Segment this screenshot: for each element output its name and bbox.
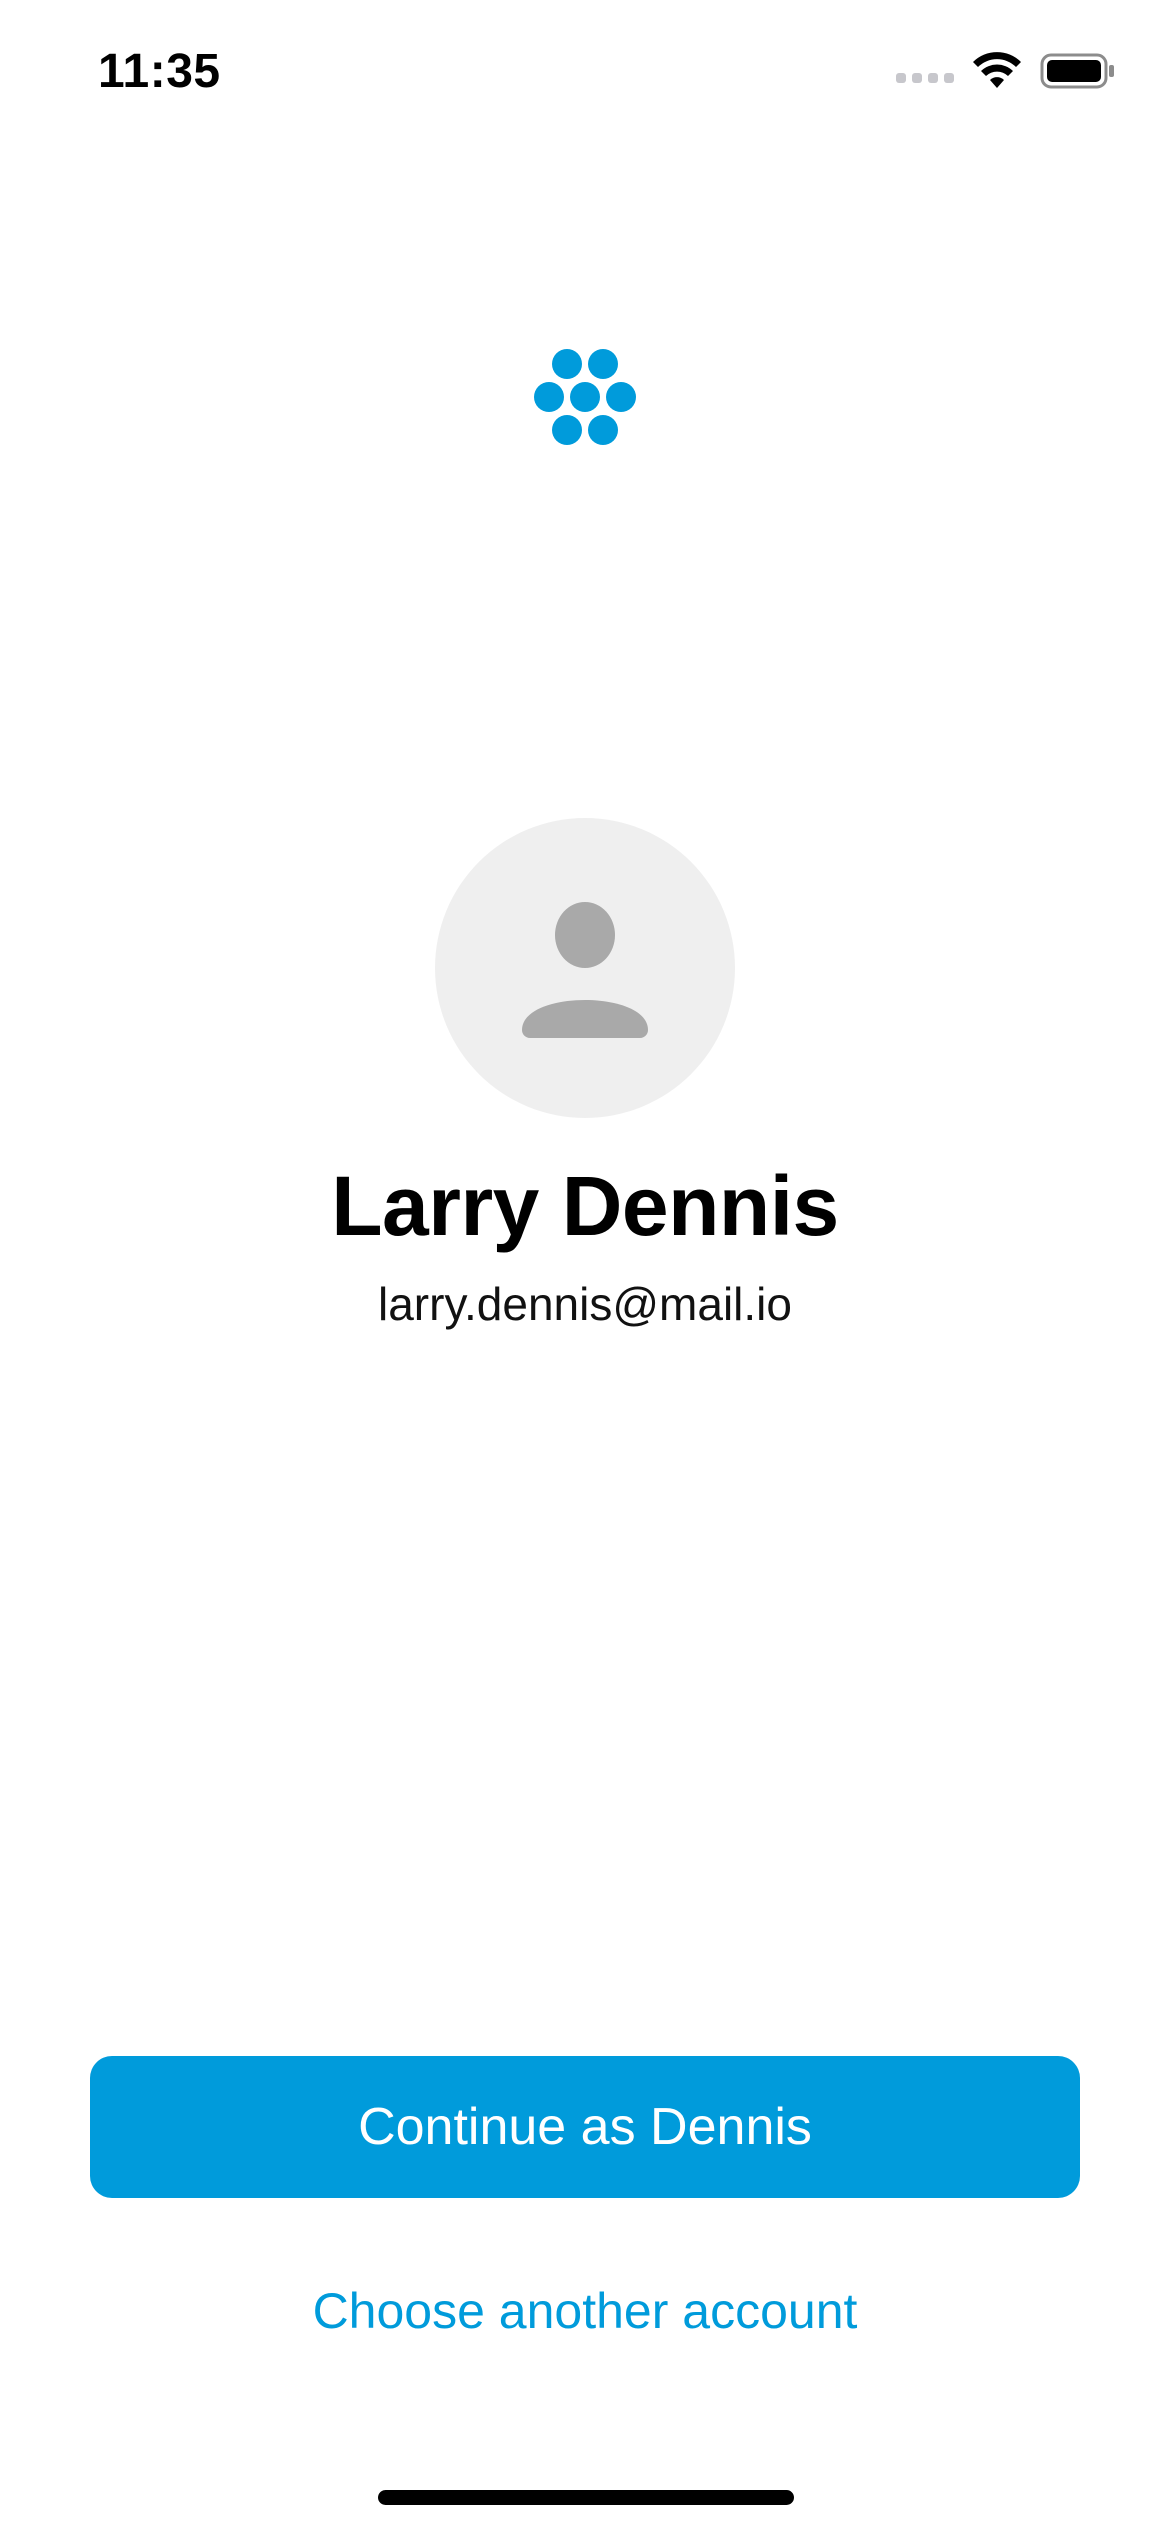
avatar [435, 818, 735, 1118]
status-icons [896, 52, 1116, 90]
battery-full-icon [1040, 53, 1114, 89]
home-indicator[interactable] [378, 2490, 794, 2505]
status-time: 11:35 [98, 45, 221, 98]
account-email: larry.dennis@mail.io [378, 1278, 792, 1330]
blue-dots-logo-icon [534, 349, 636, 445]
wifi-icon [973, 52, 1021, 88]
account-name: Larry Dennis [331, 1159, 839, 1253]
choose-another-account-link[interactable]: Choose another account [0, 2282, 1170, 2340]
person-placeholder-icon [522, 902, 648, 1038]
cellular-signal-icon [896, 73, 954, 83]
status-bar: 11:35 [0, 0, 1170, 150]
continue-button[interactable]: Continue as Dennis [90, 2056, 1080, 2198]
